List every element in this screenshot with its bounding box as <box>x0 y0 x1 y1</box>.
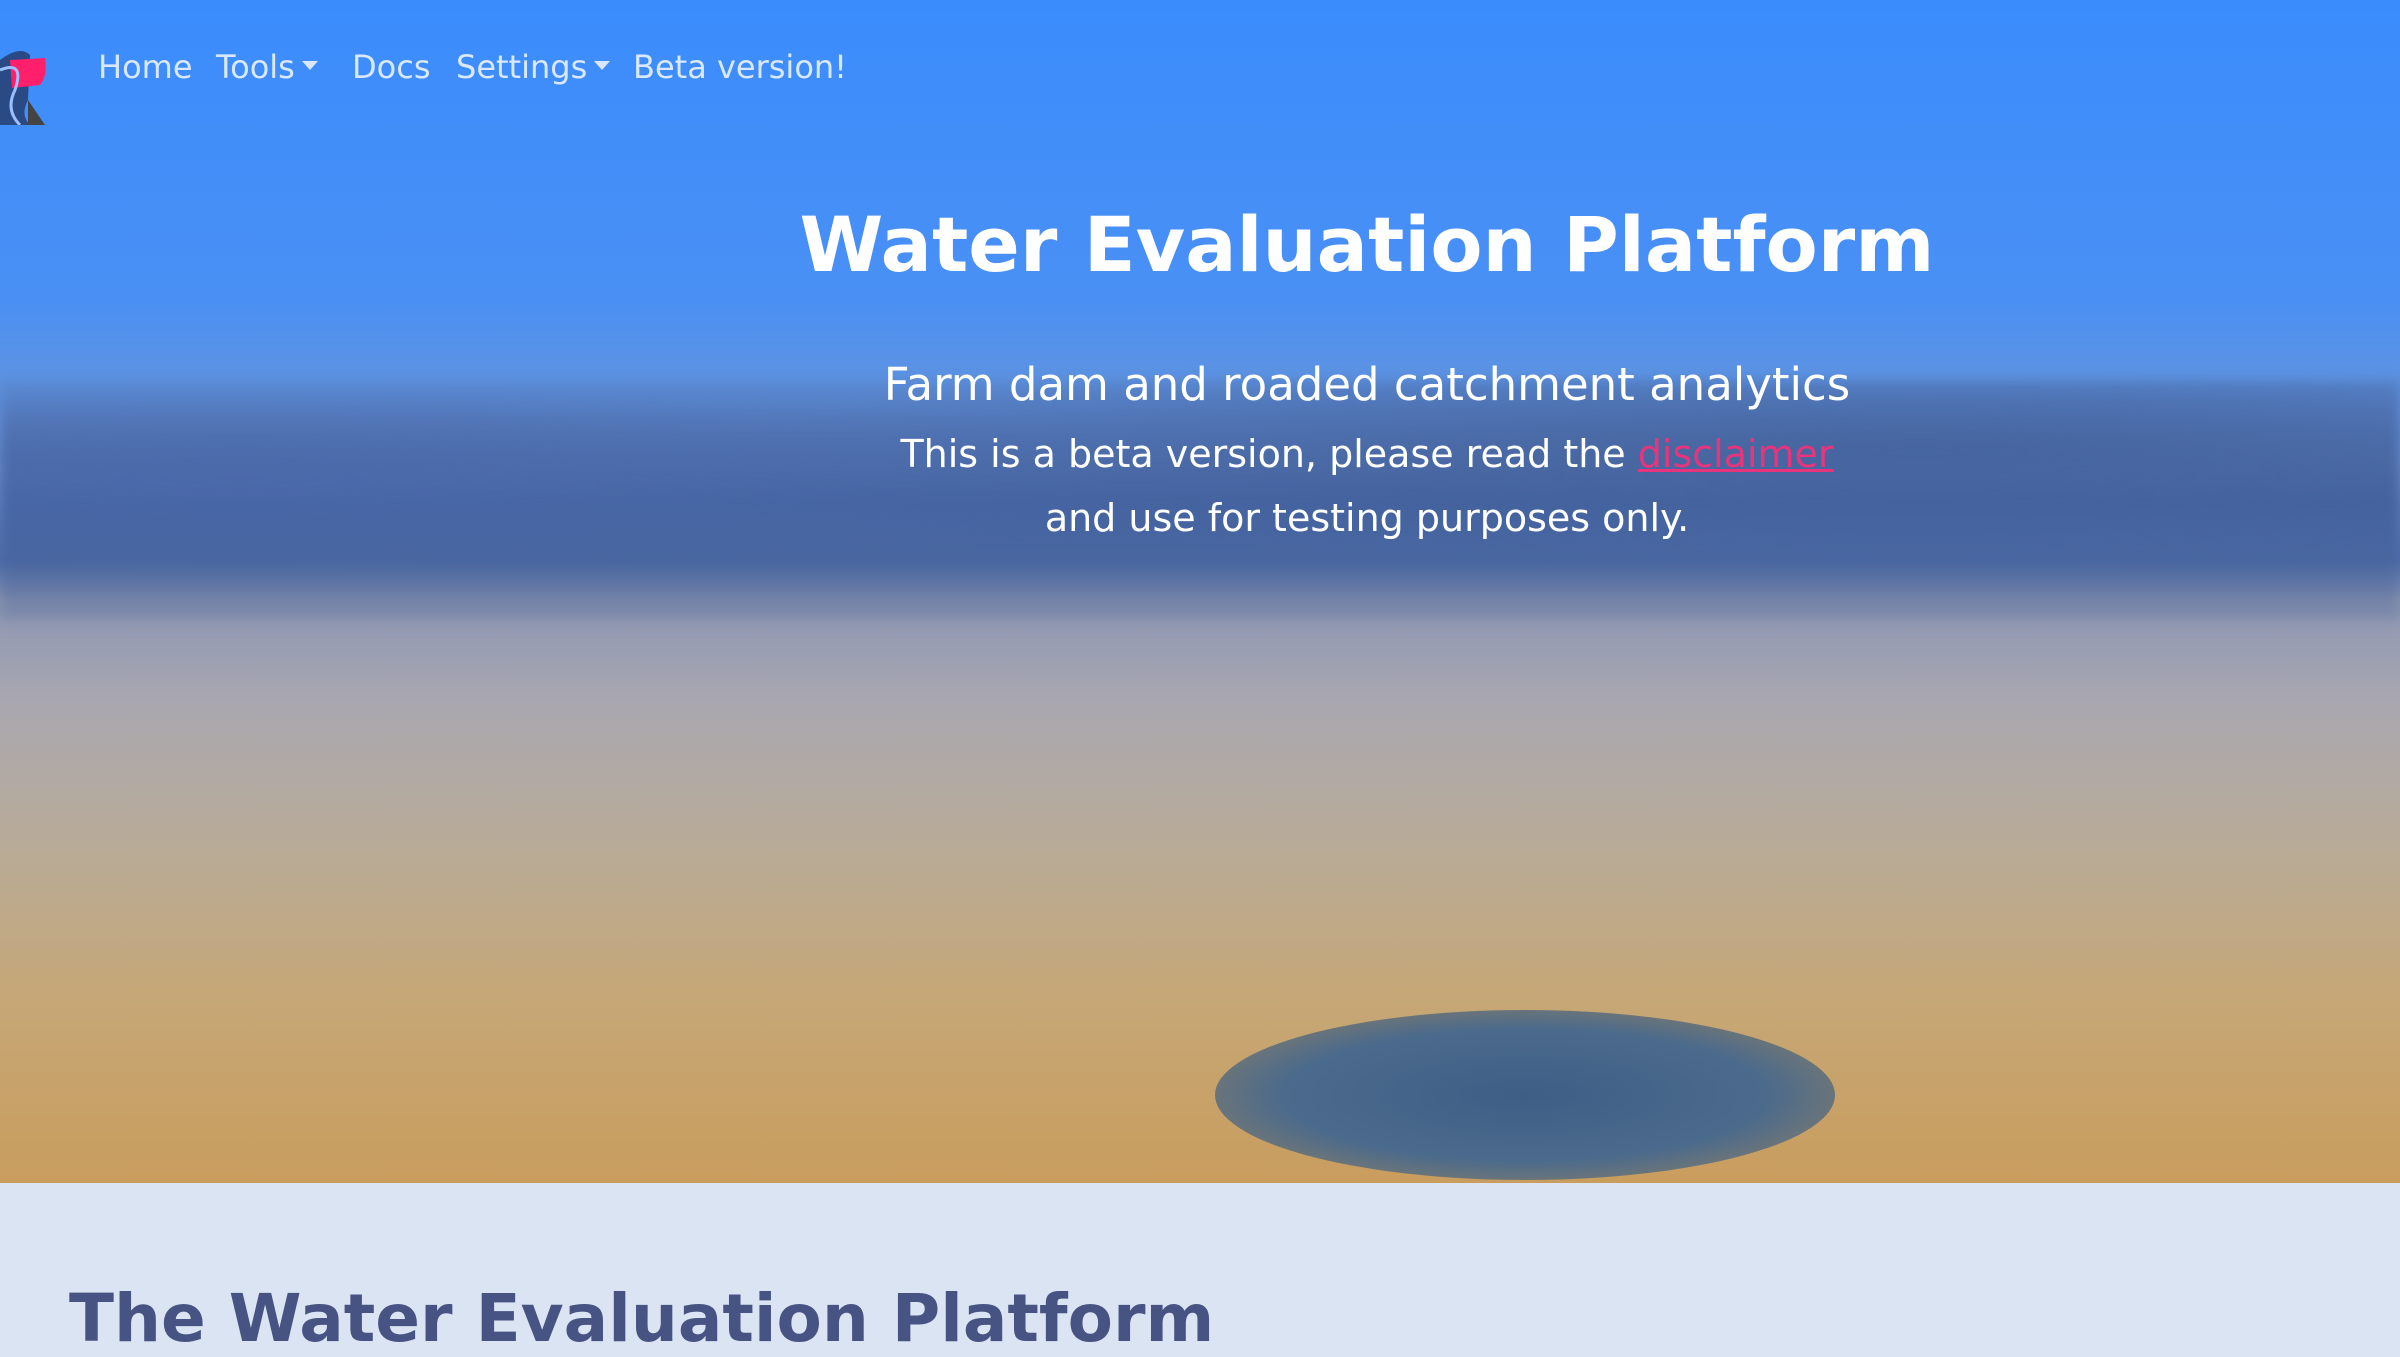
beta-notice-suffix: and use for testing purposes only. <box>1044 496 1690 540</box>
chevron-down-icon <box>301 60 318 70</box>
nav-docs[interactable]: Docs <box>352 48 430 86</box>
nav-home[interactable]: Home <box>98 48 193 86</box>
beta-notice: This is a beta version, please read the … <box>0 432 2400 476</box>
hero-title: Water Evaluation Platform <box>799 200 1935 289</box>
hero-subtitle: Farm dam and roaded catchment analytics <box>883 358 1851 411</box>
logo-icon[interactable] <box>0 40 52 125</box>
hero-banner: Water Evaluation Platform Farm dam and r… <box>0 0 2400 1183</box>
section-heading: The Water Evaluation Platform <box>69 1280 1215 1357</box>
nav-tools-label: Tools <box>216 48 295 86</box>
nav-tools[interactable]: Tools <box>216 48 318 86</box>
nav-beta[interactable]: Beta version! <box>633 48 847 86</box>
nav-settings[interactable]: Settings <box>456 48 611 86</box>
hero-dam-water <box>1215 1010 1835 1180</box>
nav-settings-label: Settings <box>456 48 588 86</box>
chevron-down-icon <box>594 60 611 70</box>
beta-notice-text: This is a beta version, please read the <box>900 432 1638 476</box>
disclaimer-link[interactable]: disclaimer <box>1638 432 1834 476</box>
navbar: Home Tools Docs Settings Beta version! <box>0 0 2400 145</box>
